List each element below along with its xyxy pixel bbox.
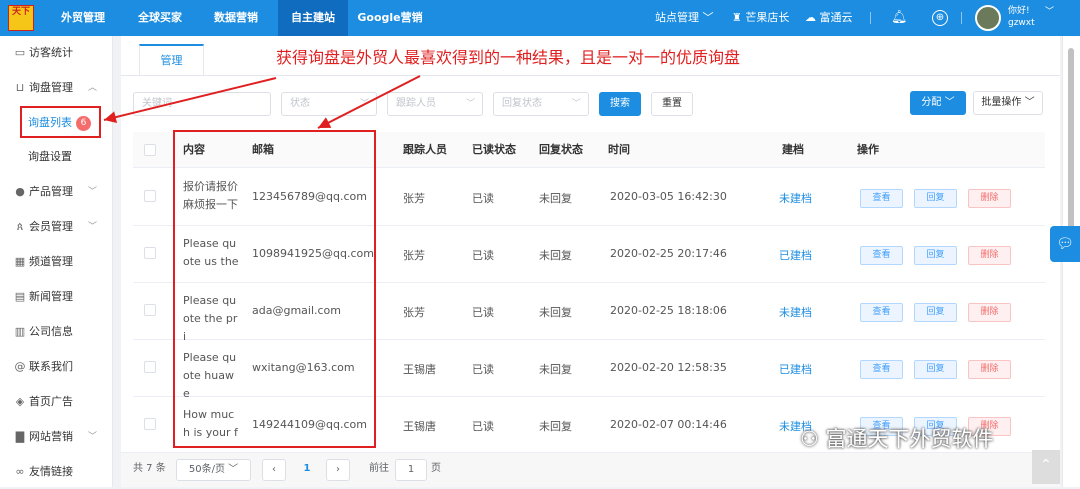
wechat-icon: ⚇ (800, 427, 819, 451)
back-to-top-button[interactable]: ⌃ (1032, 450, 1060, 484)
watermark-text: 富通天下外贸软件 (825, 427, 994, 451)
annotation-arrows (103, 75, 421, 129)
watermark: ⚇ 富通天下外贸软件 (800, 423, 994, 453)
arrow-to-columns (317, 75, 421, 129)
arrow-to-menu (103, 77, 277, 123)
chat-icon[interactable]: 💬︎ (1050, 226, 1080, 262)
